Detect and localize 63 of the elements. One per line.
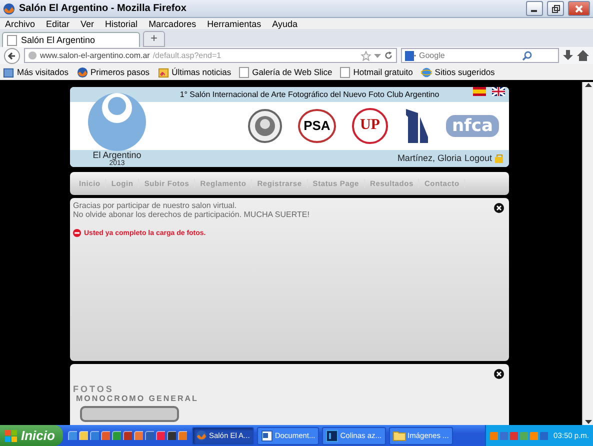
page-icon: [239, 66, 250, 78]
document-icon: [260, 430, 273, 442]
page-icon: [340, 66, 350, 78]
pillar-logo-icon: [404, 106, 430, 145]
user-name: Martínez, Gloria: [397, 153, 462, 164]
close-icon: [575, 4, 583, 12]
download-icon[interactable]: [563, 50, 573, 61]
photo-editor-icon: [326, 430, 338, 442]
scrollbar[interactable]: [582, 82, 593, 425]
menu-item[interactable]: Ver: [80, 18, 94, 28]
fox-icon: [196, 430, 207, 441]
feed-folder-icon: [158, 66, 169, 78]
logo-name: El Argentino: [92, 151, 142, 160]
error-icon: [73, 229, 81, 238]
menu-item[interactable]: Historial: [105, 18, 138, 28]
close-icon[interactable]: [494, 203, 504, 214]
bookmark-item[interactable]: Primeros pasos: [76, 66, 150, 78]
star-icon[interactable]: [361, 50, 371, 60]
bookmark-item[interactable]: Hotmail gratuito: [340, 66, 413, 78]
home-icon[interactable]: [577, 50, 589, 61]
category-title: MONOCROMO GENERAL: [76, 394, 200, 403]
close-button[interactable]: [568, 1, 590, 16]
browser-tab[interactable]: Salón El Argentino: [2, 32, 140, 47]
search-box[interactable]: Google: [401, 48, 559, 63]
close-icon[interactable]: [494, 369, 504, 379]
search-icon[interactable]: [522, 50, 532, 60]
seal-logo-icon: [248, 108, 282, 143]
minimize-button[interactable]: [526, 1, 543, 16]
back-button[interactable]: [4, 48, 20, 64]
message-text: No olvide abonar los derechos de participación. MUCHA SUERTE!: [73, 210, 310, 220]
banner-title: 1° Salón Internacional de Arte Fotográfico del Nuevo Foto Club Argentino: [180, 90, 440, 99]
restore-button[interactable]: [547, 1, 564, 16]
spain-flag-icon[interactable]: [473, 87, 486, 96]
new-tab-button[interactable]: +: [143, 31, 165, 47]
folder-icon: [392, 430, 406, 441]
firefox-logo-icon: [3, 2, 15, 14]
photo-button[interactable]: [80, 406, 179, 422]
search-engine-icon[interactable]: [405, 50, 416, 60]
menu-item[interactable]: Marcadores: [148, 18, 196, 28]
bookmark-item[interactable]: Más visitados: [3, 66, 68, 78]
fox-icon: [76, 66, 88, 78]
psa-logo: PSA: [298, 108, 336, 143]
nfca-logo: nfca: [446, 114, 499, 137]
dropdown-icon[interactable]: [374, 52, 381, 58]
reload-icon[interactable]: [384, 51, 393, 60]
message-text: Gracias por participar de nuestro salon virtual.: [73, 201, 238, 210]
search-field[interactable]: Google: [419, 51, 519, 60]
up-logo: UP: [352, 108, 388, 144]
section-title: FOTOS: [73, 384, 115, 394]
restore-icon: [552, 4, 560, 12]
address-field[interactable]: www.salon-el-argentino.com.ar /default.asp?end=1: [24, 48, 397, 63]
bookmark-item[interactable]: Últimas noticias: [158, 66, 232, 78]
bookmark-folder-icon: [3, 66, 14, 78]
menu-item[interactable]: Editar: [46, 18, 70, 28]
bookmark-item[interactable]: Galería de Web Slice: [239, 66, 332, 78]
uk-flag-icon[interactable]: [492, 87, 505, 96]
bookmark-item[interactable]: Sitios sugeridos: [420, 66, 495, 78]
menu-item[interactable]: Archivo: [5, 18, 36, 28]
window-title: Salón El Argentino - Mozilla Firefox: [19, 3, 188, 14]
windows-logo-icon: [5, 430, 17, 442]
logout-link[interactable]: Logout: [464, 153, 492, 164]
menu-item[interactable]: Ayuda: [272, 18, 298, 28]
menu-item[interactable]: Herramientas: [207, 18, 262, 28]
